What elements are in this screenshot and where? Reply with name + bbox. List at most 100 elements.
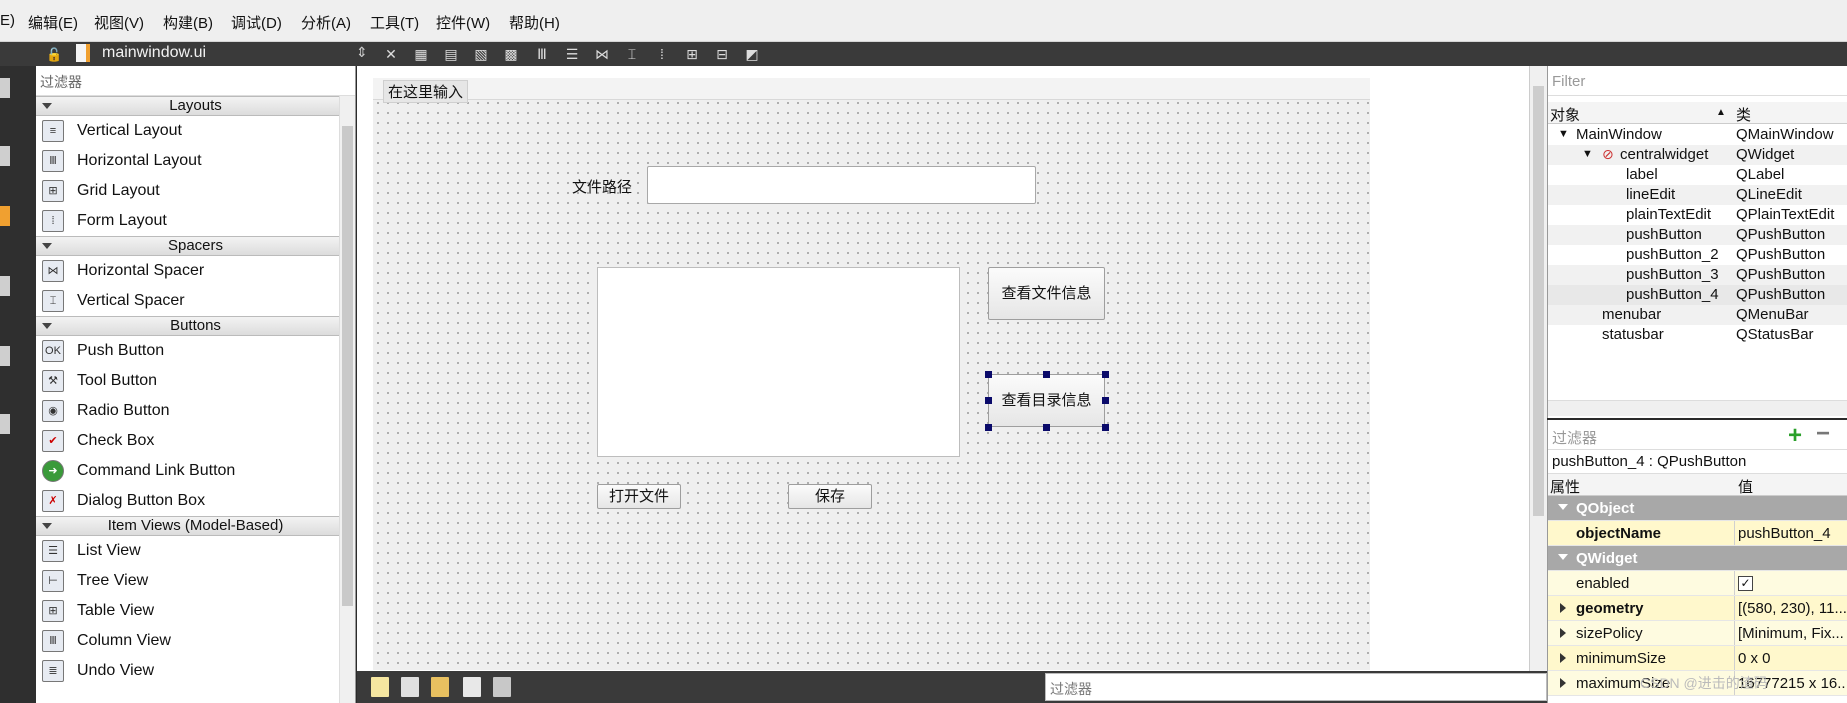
tree-row[interactable]: menubar QMenuBar: [1548, 305, 1847, 325]
widget-box-scrollbar[interactable]: [339, 96, 355, 703]
mode-help-icon[interactable]: [0, 414, 10, 434]
widget-item[interactable]: OK Push Button: [36, 336, 355, 366]
prop-enabled[interactable]: enabled ✓: [1548, 571, 1847, 596]
prop-sizepolicy[interactable]: sizePolicy [Minimum, Fix...: [1548, 621, 1847, 646]
form-button-view-file[interactable]: 查看文件信息: [988, 267, 1105, 320]
layout-form-icon[interactable]: ⁞: [653, 45, 671, 63]
selection-handle[interactable]: [1102, 397, 1109, 404]
widget-item[interactable]: ⊞ Grid Layout: [36, 176, 355, 206]
form-button-view-dir[interactable]: 查看目录信息: [988, 374, 1105, 427]
file-switch-icon[interactable]: ⇕: [356, 44, 368, 61]
widget-item[interactable]: Ⅲ Horizontal Layout: [36, 146, 355, 176]
menu-debug[interactable]: 调试(D): [231, 12, 282, 33]
widget-item[interactable]: ⊞ Table View: [36, 596, 355, 626]
close-document-icon[interactable]: ✕: [382, 45, 400, 63]
layout-grid-icon[interactable]: ⊞: [683, 45, 701, 63]
menu-edit[interactable]: 编辑(E): [28, 12, 78, 33]
tree-row[interactable]: plainTextEdit QPlainTextEdit: [1548, 205, 1847, 225]
selection-handle[interactable]: [985, 397, 992, 404]
break-layout-icon[interactable]: ⊟: [713, 45, 731, 63]
property-filter-input[interactable]: 过滤器: [1552, 427, 1597, 448]
collapse-icon[interactable]: [1558, 554, 1568, 560]
object-filter-input[interactable]: Filter: [1548, 66, 1847, 96]
column-property[interactable]: 属性: [1550, 476, 1580, 497]
action-filter-input[interactable]: 过滤器: [1045, 673, 1547, 701]
configure-action-icon[interactable]: [493, 677, 511, 697]
prop-geometry[interactable]: geometry [(580, 230), 11...: [1548, 596, 1847, 621]
tree-row[interactable]: statusbar QStatusBar: [1548, 325, 1847, 345]
group-qobject[interactable]: QObject: [1548, 496, 1847, 521]
add-property-icon[interactable]: +: [1788, 422, 1802, 450]
widget-item[interactable]: ≣ Undo View: [36, 656, 355, 686]
edit-buddies-icon[interactable]: ▧: [472, 45, 490, 63]
selection-handle[interactable]: [1102, 424, 1109, 431]
tree-row[interactable]: pushButton_3 QPushButton: [1548, 265, 1847, 285]
selection-handle[interactable]: [985, 424, 992, 431]
widget-item[interactable]: ✗ Dialog Button Box: [36, 486, 355, 516]
expand-icon[interactable]: [1560, 603, 1566, 613]
edit-widgets-icon[interactable]: ▦: [412, 45, 430, 63]
selection-handle[interactable]: [1102, 371, 1109, 378]
expand-icon[interactable]: [1560, 628, 1566, 638]
prop-value[interactable]: pushButton_4: [1738, 525, 1847, 542]
paste-action-icon[interactable]: [431, 677, 449, 697]
form-button-save[interactable]: 保存: [788, 484, 872, 509]
expand-icon[interactable]: ▼: [1582, 148, 1593, 160]
column-class[interactable]: 类: [1736, 104, 1751, 125]
mode-debug-icon[interactable]: [0, 276, 10, 296]
expand-icon[interactable]: [1560, 678, 1566, 688]
widget-item[interactable]: ⁞ Form Layout: [36, 206, 355, 236]
new-action-icon[interactable]: [371, 677, 389, 697]
selection-handle[interactable]: [1043, 371, 1050, 378]
widget-item[interactable]: ✔ Check Box: [36, 426, 355, 456]
mode-design-icon[interactable]: [0, 206, 10, 226]
form-label-file-path[interactable]: 文件路径: [572, 176, 632, 197]
mode-edit-icon[interactable]: [0, 146, 10, 166]
widget-item[interactable]: ➜ Command Link Button: [36, 456, 355, 486]
scrollbar-thumb[interactable]: [1533, 86, 1544, 516]
object-inspector-hscroll[interactable]: [1548, 400, 1847, 416]
adjust-size-icon[interactable]: ◩: [743, 45, 761, 63]
copy-action-icon[interactable]: [401, 677, 419, 697]
menu-controls[interactable]: 控件(W): [436, 12, 490, 33]
expand-icon[interactable]: [1560, 653, 1566, 663]
mode-welcome-icon[interactable]: [0, 78, 10, 98]
widget-item[interactable]: ◉ Radio Button: [36, 396, 355, 426]
layout-h-splitter-icon[interactable]: ⋈: [593, 45, 611, 63]
column-value[interactable]: 值: [1738, 476, 1753, 497]
tree-row[interactable]: pushButton QPushButton: [1548, 225, 1847, 245]
prop-value[interactable]: 0 x 0: [1738, 650, 1847, 667]
category-buttons[interactable]: Buttons: [36, 316, 355, 336]
prop-objectname[interactable]: objectName pushButton_4: [1548, 521, 1847, 546]
form-button-open-file[interactable]: 打开文件: [597, 484, 681, 509]
widget-item[interactable]: ⊢ Tree View: [36, 566, 355, 596]
category-spacers[interactable]: Spacers: [36, 236, 355, 256]
selection-handle[interactable]: [985, 371, 992, 378]
widget-item[interactable]: ⋈ Horizontal Spacer: [36, 256, 355, 286]
edit-signals-icon[interactable]: ▤: [442, 45, 460, 63]
file-tab[interactable]: 🔓 mainwindow.ui ⇕: [36, 42, 376, 66]
expand-icon[interactable]: ▼: [1558, 128, 1569, 140]
group-qwidget[interactable]: QWidget: [1548, 546, 1847, 571]
widget-item[interactable]: ≡ Vertical Layout: [36, 116, 355, 146]
column-object[interactable]: 对象: [1550, 104, 1580, 125]
menu-analyze[interactable]: 分析(A): [301, 12, 351, 33]
canvas-scrollbar[interactable]: [1529, 66, 1547, 671]
tree-row[interactable]: label QLabel: [1548, 165, 1847, 185]
prop-value[interactable]: [Minimum, Fix...: [1738, 625, 1847, 642]
layout-vertical-icon[interactable]: ☰: [563, 45, 581, 63]
widget-item[interactable]: ⌶ Vertical Spacer: [36, 286, 355, 316]
tree-row[interactable]: ▼ MainWindow QMainWindow: [1548, 125, 1847, 145]
form-mainwindow[interactable]: 在这里输入 文件路径 查看文件信息 查看目录信息 打开文件 保存: [373, 78, 1370, 670]
tree-row[interactable]: pushButton_2 QPushButton: [1548, 245, 1847, 265]
widget-filter-input[interactable]: 过滤器: [36, 66, 355, 96]
widget-item[interactable]: Ⅲ Column View: [36, 626, 355, 656]
remove-property-icon[interactable]: −: [1816, 420, 1830, 448]
sort-up-icon[interactable]: ▲: [1716, 107, 1726, 118]
tree-row-selected[interactable]: pushButton_4 QPushButton: [1548, 285, 1847, 305]
delete-action-icon[interactable]: [463, 677, 481, 697]
menu-build[interactable]: 构建(B): [163, 12, 213, 33]
menu-view[interactable]: 视图(V): [94, 12, 144, 33]
prop-minimumsize[interactable]: minimumSize 0 x 0: [1548, 646, 1847, 671]
mode-project-icon[interactable]: [0, 346, 10, 366]
